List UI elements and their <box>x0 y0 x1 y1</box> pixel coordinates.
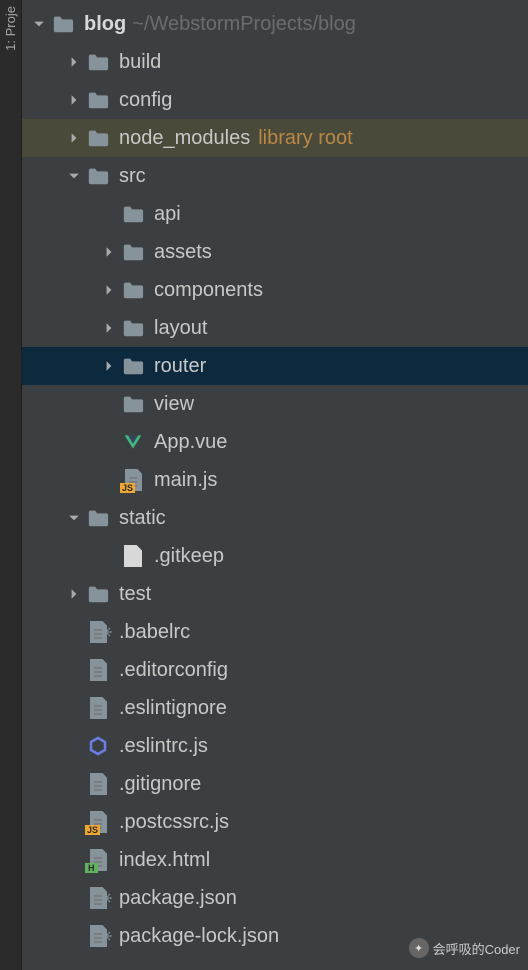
tree-row[interactable]: JS main.js <box>22 461 528 499</box>
file-icon <box>122 545 144 567</box>
tree-row[interactable]: .editorconfig <box>22 651 528 689</box>
chevron-right-icon[interactable] <box>67 93 81 107</box>
tree-item-label: test <box>119 583 151 606</box>
tree-row[interactable]: view <box>22 385 528 423</box>
tree-item-label: blog <box>84 13 126 36</box>
tree-item-label: .postcssrc.js <box>119 811 229 834</box>
tree-item-label: static <box>119 507 166 530</box>
tree-row[interactable]: .eslintignore <box>22 689 528 727</box>
js-file-icon: JS <box>122 469 144 491</box>
tree-item-label: view <box>154 393 194 416</box>
tree-item-label: layout <box>154 317 207 340</box>
library-root-hint: library root <box>258 127 352 150</box>
vue-icon <box>122 431 144 453</box>
chevron-right-icon[interactable] <box>67 131 81 145</box>
tree-item-label: package-lock.json <box>119 925 279 948</box>
chevron-right-icon[interactable] <box>67 55 81 69</box>
watermark: ✦ 会呼吸的Coder <box>409 938 520 958</box>
tool-window-tab-label: 1: Proje <box>3 6 18 51</box>
config-file-icon <box>87 659 109 681</box>
tree-row[interactable]: .eslintrc.js <box>22 727 528 765</box>
tree-row[interactable]: assets <box>22 233 528 271</box>
tree-row[interactable]: router <box>22 347 528 385</box>
tree-row[interactable]: Hindex.html <box>22 841 528 879</box>
tree-row[interactable]: .gitkeep <box>22 537 528 575</box>
chevron-down-icon[interactable] <box>32 17 46 31</box>
folder-icon <box>52 13 74 35</box>
tree-item-label: node_modules <box>119 127 250 150</box>
chevron-right-icon[interactable] <box>102 321 116 335</box>
folder-icon <box>122 317 144 339</box>
chevron-right-icon[interactable] <box>102 283 116 297</box>
tree-row[interactable]: blog ~/WebstormProjects/blog <box>22 5 528 43</box>
folder-icon <box>122 279 144 301</box>
tree-item-label: package.json <box>119 887 237 910</box>
tree-row[interactable]: package.json <box>22 879 528 917</box>
chevron-right-icon[interactable] <box>102 245 116 259</box>
tree-row[interactable]: .gitignore <box>22 765 528 803</box>
folder-icon <box>87 507 109 529</box>
folder-icon <box>87 583 109 605</box>
tree-row[interactable]: JS .postcssrc.js <box>22 803 528 841</box>
tree-item-label: src <box>119 165 146 188</box>
folder-icon <box>122 393 144 415</box>
tree-item-label: index.html <box>119 849 210 872</box>
eslint-icon <box>87 735 109 757</box>
tool-window-tab[interactable]: 1: Proje <box>0 0 22 970</box>
config-file-icon <box>87 621 109 643</box>
tree-item-label: .gitkeep <box>154 545 224 568</box>
tree-item-hint: ~/WebstormProjects/blog <box>132 13 356 36</box>
watermark-text: 会呼吸的Coder <box>433 939 520 958</box>
tree-item-label: components <box>154 279 263 302</box>
chevron-down-icon[interactable] <box>67 511 81 525</box>
chevron-right-icon[interactable] <box>102 359 116 373</box>
project-tree: blog ~/WebstormProjects/blog build config no… <box>22 5 528 955</box>
tree-item-label: config <box>119 89 172 112</box>
tree-item-label: .eslintrc.js <box>119 735 208 758</box>
tree-row[interactable]: src <box>22 157 528 195</box>
tree-item-label: assets <box>154 241 212 264</box>
config-file-icon <box>87 887 109 909</box>
tree-row[interactable]: api <box>22 195 528 233</box>
wechat-icon: ✦ <box>409 938 429 958</box>
tree-item-label: .gitignore <box>119 773 201 796</box>
folder-icon <box>122 203 144 225</box>
folder-icon <box>87 51 109 73</box>
html-file-icon: H <box>87 849 109 871</box>
tree-row[interactable]: config <box>22 81 528 119</box>
tree-row[interactable]: components <box>22 271 528 309</box>
tree-item-label: App.vue <box>154 431 227 454</box>
tree-item-label: router <box>154 355 206 378</box>
tree-item-label: build <box>119 51 161 74</box>
tree-item-label: .eslintignore <box>119 697 227 720</box>
js-file-icon: JS <box>87 811 109 833</box>
tree-item-label: .editorconfig <box>119 659 228 682</box>
config-file-icon <box>87 773 109 795</box>
tree-row[interactable]: build <box>22 43 528 81</box>
tree-row[interactable]: node_modules library root <box>22 119 528 157</box>
folder-icon <box>122 241 144 263</box>
tree-row[interactable]: layout <box>22 309 528 347</box>
chevron-down-icon[interactable] <box>67 169 81 183</box>
tree-row[interactable]: static <box>22 499 528 537</box>
tree-item-label: .babelrc <box>119 621 190 644</box>
folder-icon <box>87 89 109 111</box>
folder-icon <box>87 165 109 187</box>
folder-icon <box>87 127 109 149</box>
config-file-icon <box>87 697 109 719</box>
tree-row[interactable]: test <box>22 575 528 613</box>
tree-row[interactable]: App.vue <box>22 423 528 461</box>
tree-item-label: main.js <box>154 469 217 492</box>
tree-row[interactable]: .babelrc <box>22 613 528 651</box>
chevron-right-icon[interactable] <box>67 587 81 601</box>
tree-item-label: api <box>154 203 181 226</box>
folder-icon <box>122 355 144 377</box>
config-file-icon <box>87 925 109 947</box>
